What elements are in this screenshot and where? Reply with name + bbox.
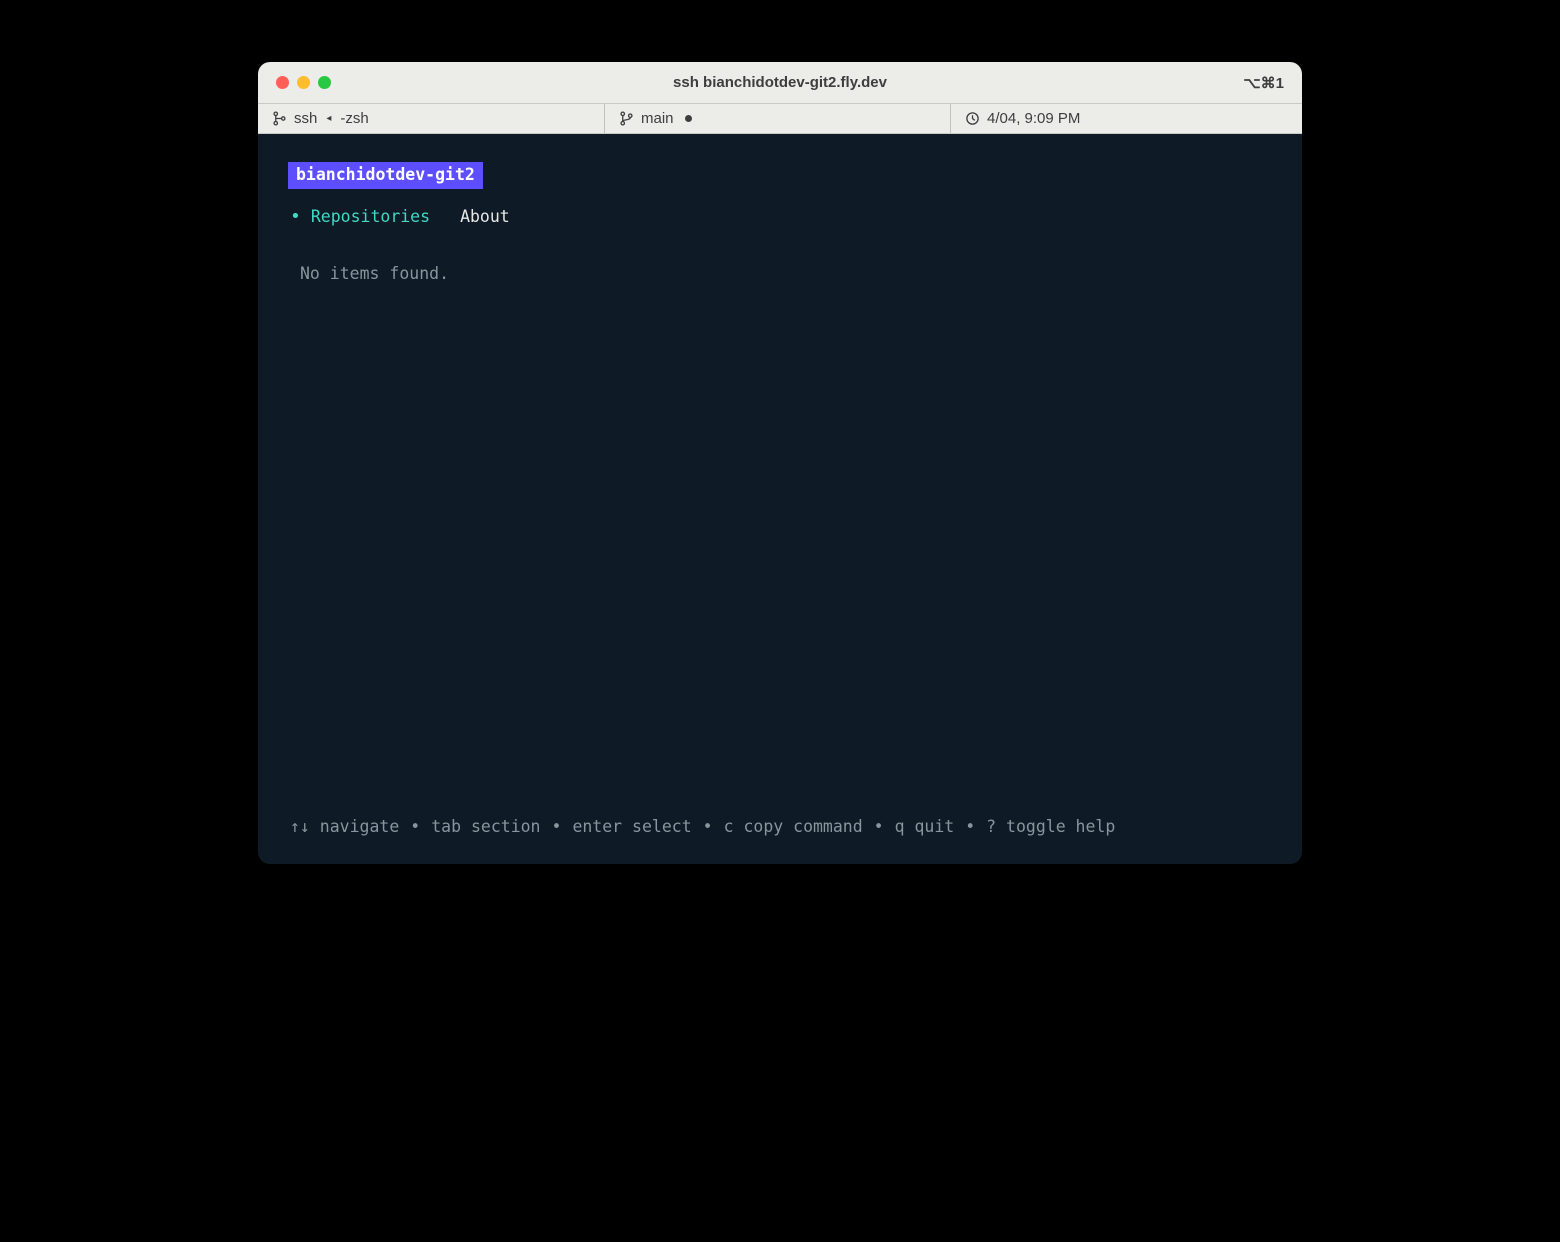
status-process-section: ssh ◂ -zsh [258, 104, 604, 133]
tab-label: About [460, 205, 510, 230]
empty-state-message: No items found. [288, 262, 1272, 287]
host-badge: bianchidotdev-git2 [288, 162, 483, 189]
terminal-content[interactable]: bianchidotdev-git2 • Repositories About … [258, 134, 1302, 864]
help-separator: • [552, 815, 562, 840]
help-separator: • [965, 815, 975, 840]
git-branch-icon [619, 111, 634, 126]
titlebar: ssh bianchidotdev-git2.fly.dev ⌥⌘1 [258, 62, 1302, 104]
status-branch: main [641, 110, 674, 127]
help-navigate: ↑↓ navigate [290, 815, 399, 840]
help-tab: tab section [431, 815, 540, 840]
help-separator: • [874, 815, 884, 840]
window-title: ssh bianchidotdev-git2.fly.dev [258, 74, 1302, 91]
status-timestamp: 4/04, 9:09 PM [987, 110, 1080, 127]
dirty-indicator-icon [685, 115, 692, 122]
status-shell: -zsh [340, 110, 368, 127]
help-quit: q quit [895, 815, 955, 840]
process-tree-icon [272, 111, 287, 126]
help-enter: enter select [572, 815, 691, 840]
help-separator: • [703, 815, 713, 840]
status-process: ssh [294, 110, 317, 127]
triangle-left-icon: ◂ [326, 113, 331, 124]
help-toggle: ? toggle help [986, 815, 1115, 840]
help-bar: ↑↓ navigate • tab section • enter select… [288, 815, 1272, 846]
terminal-window: ssh bianchidotdev-git2.fly.dev ⌥⌘1 ssh ◂… [258, 62, 1302, 864]
status-branch-section: main [604, 104, 950, 133]
tab-repositories[interactable]: • Repositories [290, 205, 430, 230]
help-copy: c copy command [724, 815, 863, 840]
status-bar: ssh ◂ -zsh main 4/0 [258, 104, 1302, 134]
window-shortcut-indicator: ⌥⌘1 [1243, 74, 1284, 92]
minimize-button[interactable] [297, 76, 310, 89]
clock-icon [965, 111, 980, 126]
status-time-section: 4/04, 9:09 PM [950, 104, 1302, 133]
close-button[interactable] [276, 76, 289, 89]
help-separator: • [410, 815, 420, 840]
traffic-lights [276, 76, 331, 89]
active-tab-bullet-icon: • [290, 208, 301, 226]
tab-label: Repositories [311, 205, 430, 230]
tab-about[interactable]: About [460, 205, 510, 230]
maximize-button[interactable] [318, 76, 331, 89]
tabs-row: • Repositories About [288, 205, 1272, 230]
